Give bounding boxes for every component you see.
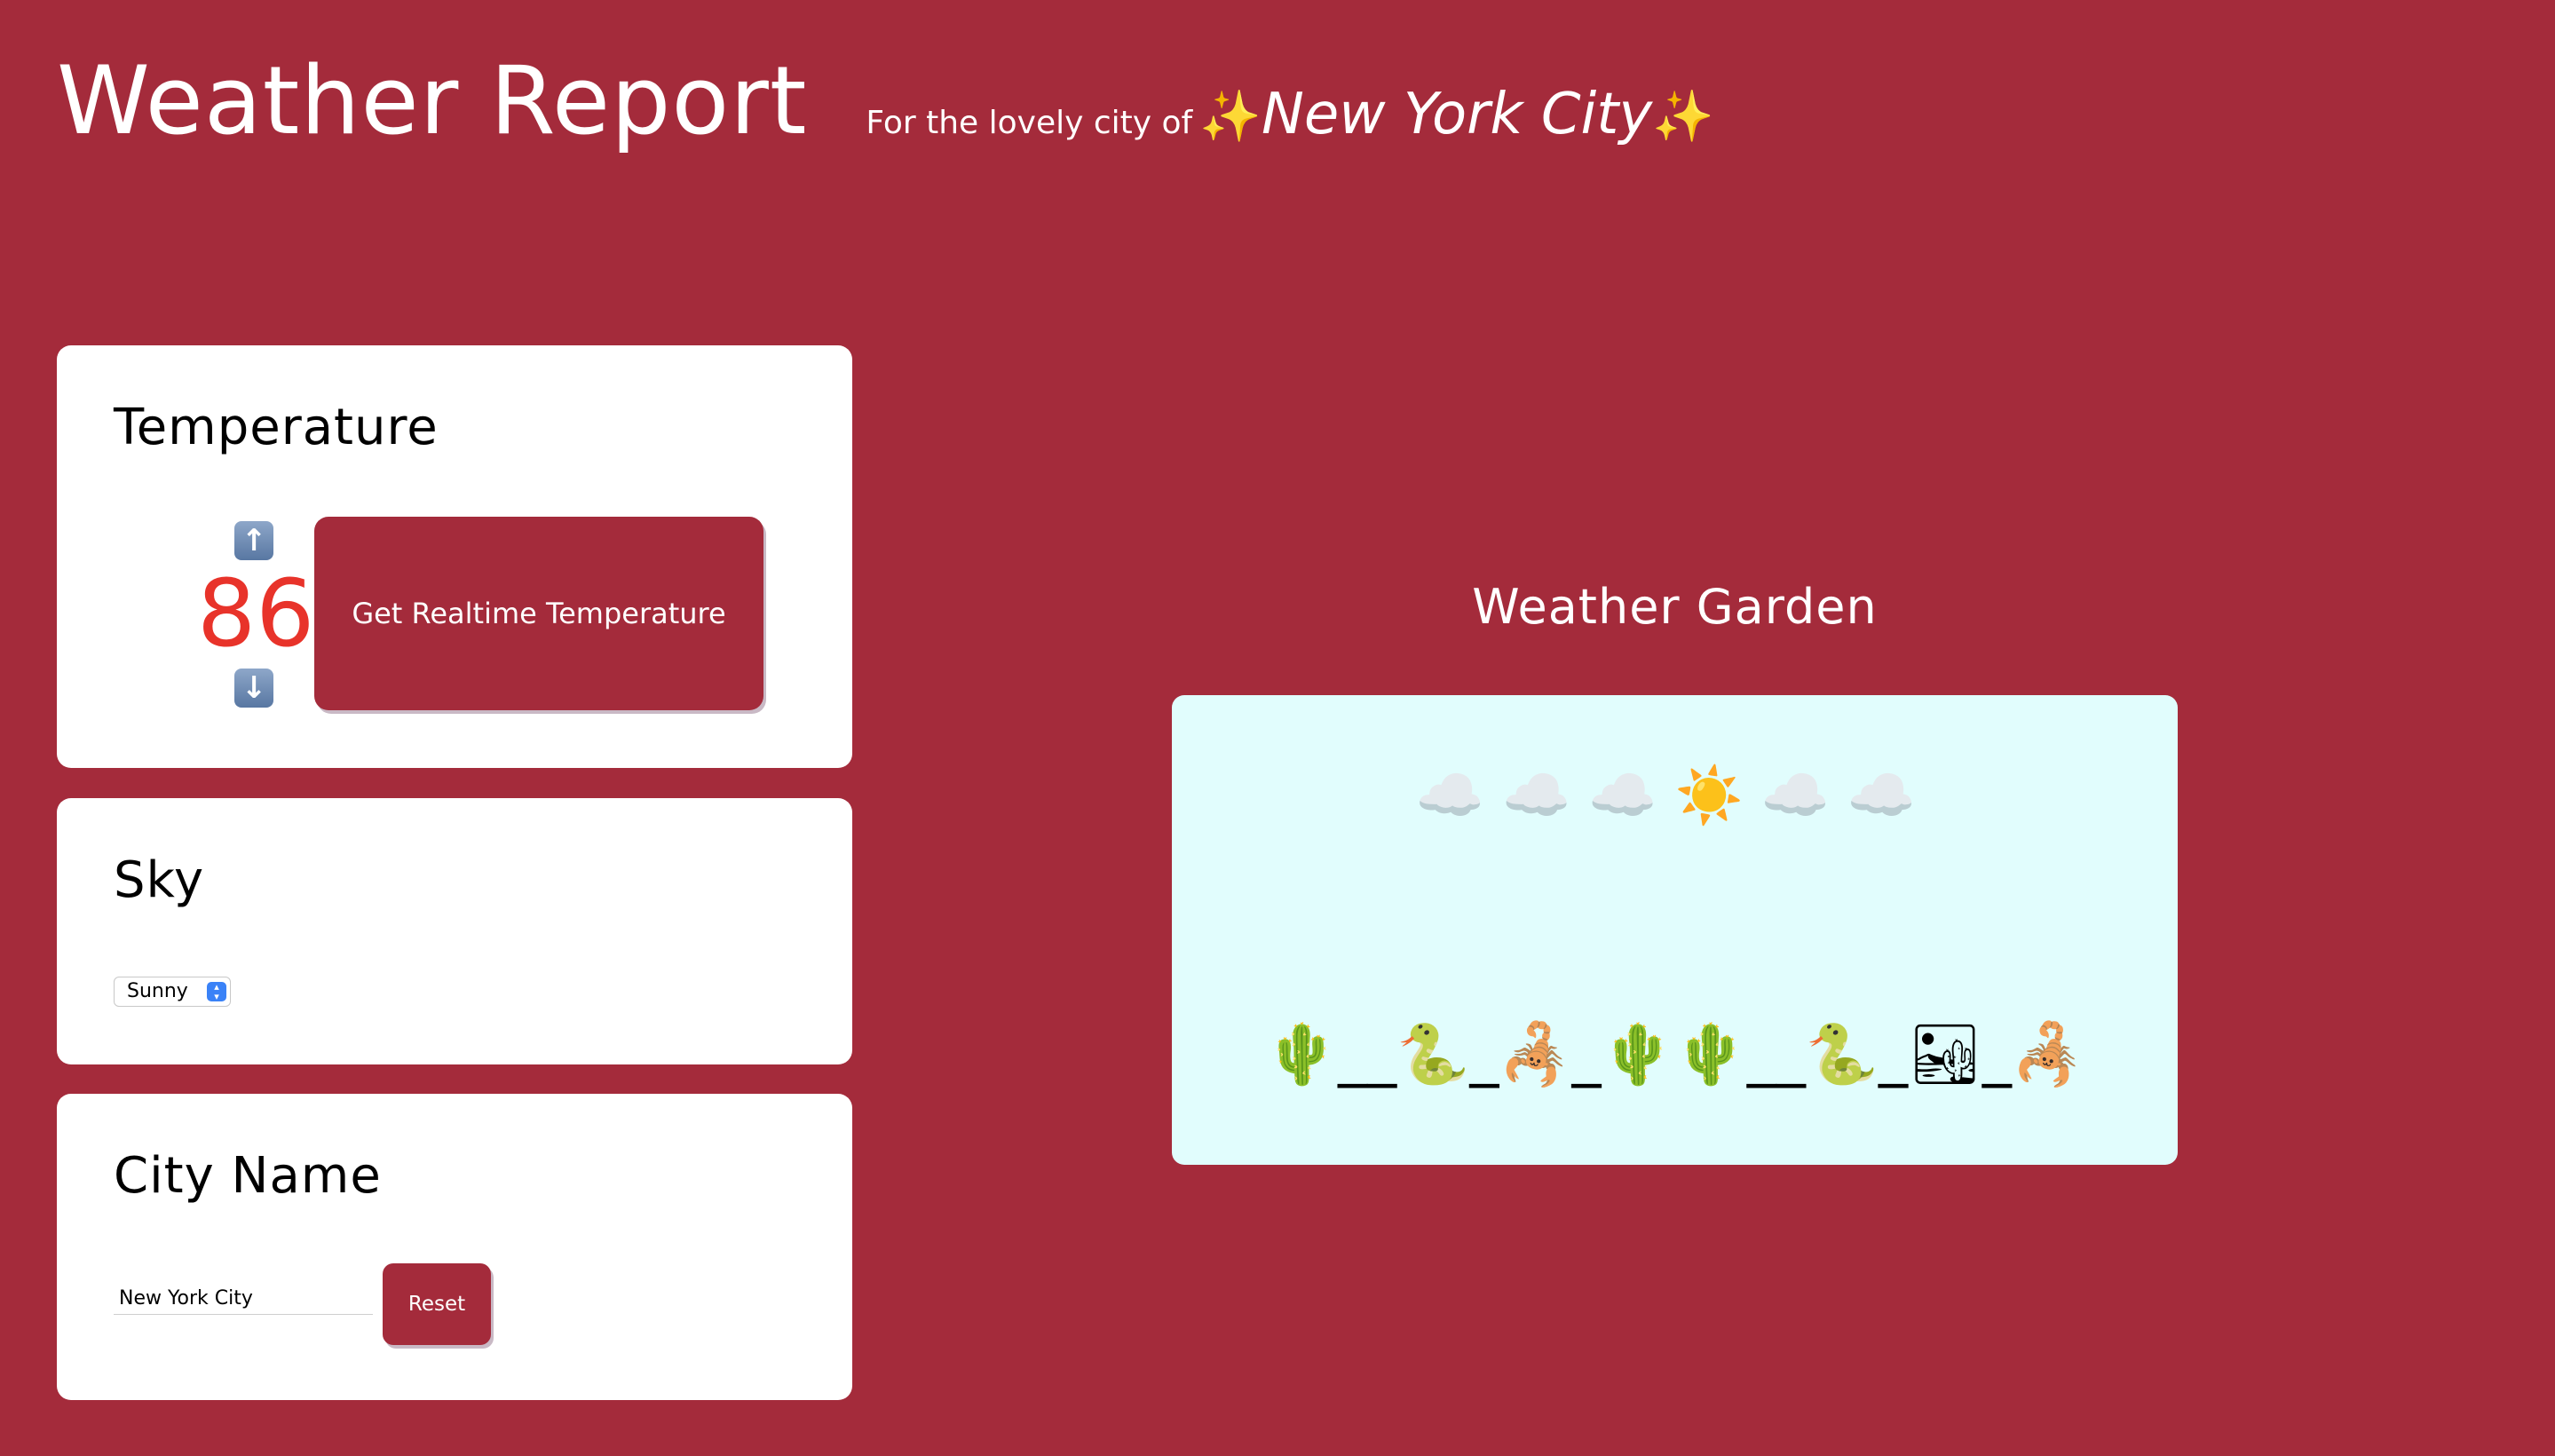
reset-button[interactable]: Reset — [383, 1263, 491, 1345]
sparkle-right-icon: ✨ — [1652, 88, 1714, 146]
city-name-input[interactable] — [114, 1283, 373, 1315]
header-subtitle: For the lovely city of ✨ New York City ✨ — [866, 82, 1714, 147]
city-name-title: City Name — [114, 1147, 382, 1205]
garden-sky-emojis: ☁️☁️☁️☀️☁️☁️ — [1415, 763, 1934, 827]
temperature-card: Temperature ↑ 86 ↓ Get Realtime Temperat… — [57, 345, 852, 768]
app-title: Weather Report — [57, 46, 808, 155]
up-arrow-icon: ↑ — [241, 523, 267, 558]
sky-card: Sky Sunny ▴ ▾ — [57, 798, 852, 1064]
get-realtime-temperature-button[interactable]: Get Realtime Temperature — [314, 517, 763, 710]
city-name-card: City Name Reset — [57, 1094, 852, 1400]
down-arrow-icon: ↓ — [241, 670, 267, 706]
decrease-temperature-button[interactable]: ↓ — [234, 669, 273, 708]
weather-garden: ☁️☁️☁️☀️☁️☁️ 🌵__🐍_🦂_🌵🌵__🐍_🏜_🦂 — [1172, 695, 2178, 1165]
header: Weather Report For the lovely city of ✨ … — [57, 46, 1714, 155]
select-chevron-icon: ▴ ▾ — [207, 982, 226, 1001]
temperature-value: 86 — [197, 559, 315, 668]
sparkle-left-icon: ✨ — [1199, 88, 1262, 146]
increase-temperature-button[interactable]: ↑ — [234, 521, 273, 560]
subtitle-prefix: For the lovely city of — [866, 105, 1193, 141]
garden-landscape-emojis: 🌵__🐍_🦂_🌵🌵__🐍_🏜_🦂 — [1264, 1020, 2085, 1088]
sky-title: Sky — [114, 851, 205, 909]
temperature-title: Temperature — [114, 399, 439, 456]
weather-garden-title: Weather Garden — [1472, 579, 1878, 635]
header-city-name: New York City — [1261, 82, 1653, 147]
sky-selected-value: Sunny — [127, 980, 188, 1002]
sky-select[interactable]: Sunny ▴ ▾ — [114, 977, 231, 1007]
